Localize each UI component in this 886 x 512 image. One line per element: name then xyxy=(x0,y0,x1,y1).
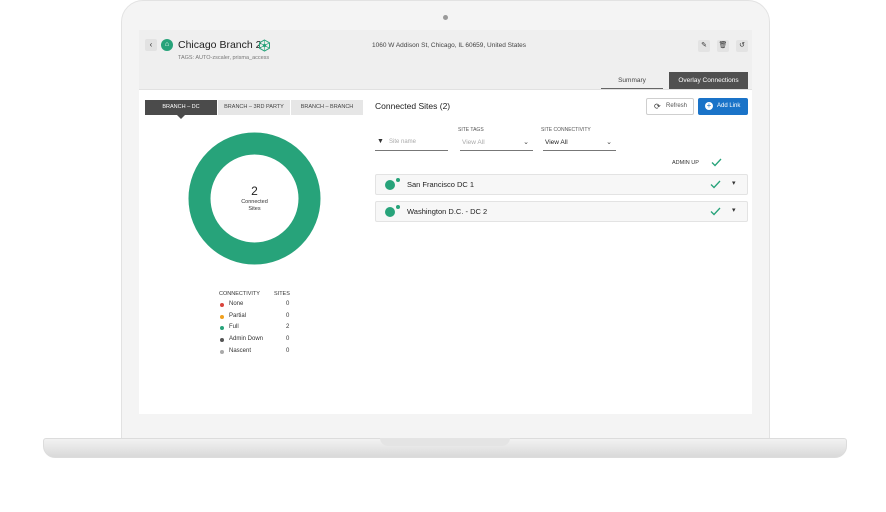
legend-count: 0 xyxy=(286,347,290,354)
segment-branch-branch[interactable]: BRANCH – BRANCH xyxy=(291,100,364,115)
legend-row: Admin Down 0 xyxy=(219,336,299,348)
status-dot-icon xyxy=(396,205,400,209)
camera-dot xyxy=(443,15,448,20)
site-connectivity-select[interactable]: View All ⌄ xyxy=(543,136,616,151)
legend-header-sites: SITES xyxy=(274,291,290,297)
legend-row: Full 2 xyxy=(219,324,299,336)
connected-sites-title: Connected Sites (2) xyxy=(375,101,451,111)
site-list-item-name: Washington D.C. - DC 2 xyxy=(407,207,488,216)
refresh-button[interactable]: ⟳ Refresh xyxy=(646,98,694,115)
laptop-base-notch xyxy=(380,438,510,446)
back-button[interactable]: ‹ xyxy=(145,39,157,51)
add-link-button[interactable]: + Add Link xyxy=(698,98,748,115)
status-dot-icon xyxy=(396,178,400,182)
donut-label-line2: Sites xyxy=(248,206,261,212)
site-list-item[interactable]: Washington D.C. - DC 2 ▾ xyxy=(375,201,748,222)
site-list-item[interactable]: San Francisco DC 1 ▾ xyxy=(375,174,748,195)
segment-branch-dc[interactable]: BRANCH – DC xyxy=(145,100,218,115)
history-icon: ↺ xyxy=(739,42,745,49)
site-name-placeholder: Site name xyxy=(389,139,417,145)
admin-up-label: ADMIN UP xyxy=(672,160,699,166)
connection-type-segmented-control: BRANCH – DC BRANCH – 3RD PARTY BRANCH – … xyxy=(145,100,364,115)
segment-branch-3rd-party[interactable]: BRANCH – 3RD PARTY xyxy=(218,100,291,115)
chevron-down-icon: ⌄ xyxy=(523,139,529,146)
legend-label: Partial xyxy=(229,312,247,319)
legend-count: 0 xyxy=(286,312,290,319)
admin-up-check-icon[interactable] xyxy=(711,158,722,167)
site-tags-value: View All xyxy=(462,139,485,146)
admin-up-check-icon[interactable] xyxy=(710,180,721,189)
site-address: 1060 W Addison St, Chicago, IL 60659, Un… xyxy=(372,42,527,49)
site-name: Chicago Branch 2 xyxy=(178,39,262,51)
legend-header: CONNECTIVITY SITES xyxy=(219,291,299,301)
legend-row: None 0 xyxy=(219,301,299,313)
expand-chevron-icon[interactable]: ▾ xyxy=(732,179,736,187)
site-list-item-name: San Francisco DC 1 xyxy=(407,180,475,189)
site-header: ‹ ⌂ Chicago Branch 2 TAGS: AUTO-zscaler,… xyxy=(139,30,752,90)
trash-icon: 🗑 xyxy=(718,42,728,49)
legend-header-connectivity: CONNECTIVITY xyxy=(219,291,260,297)
history-button[interactable]: ↺ xyxy=(736,40,748,52)
filter-icon: ▼ xyxy=(377,138,384,145)
site-tags-select[interactable]: View All ⌄ xyxy=(460,136,533,151)
legend-count: 0 xyxy=(286,301,290,307)
refresh-icon: ⟳ xyxy=(654,102,661,111)
status-dot-icon xyxy=(220,314,224,319)
expand-chevron-icon[interactable]: ▾ xyxy=(732,206,736,214)
donut-label-line1: Connected xyxy=(241,199,268,205)
status-dot-icon xyxy=(220,326,224,331)
segment-pointer xyxy=(177,115,185,119)
status-dot-icon xyxy=(220,338,224,343)
pencil-icon: ✎ xyxy=(701,42,707,49)
hub-icon xyxy=(259,39,270,52)
site-tags: TAGS: AUTO-zscaler, prisma_access xyxy=(178,55,270,61)
legend-label: Nascent xyxy=(229,347,252,354)
delete-button[interactable]: 🗑 xyxy=(717,40,729,52)
legend-label: Full xyxy=(229,324,239,331)
admin-up-check-icon[interactable] xyxy=(710,207,721,216)
site-type-icon: ⌂ xyxy=(161,39,173,51)
site-icon xyxy=(385,180,395,190)
chevron-left-icon: ‹ xyxy=(149,40,153,49)
site-icon xyxy=(385,207,395,217)
tab-overlay-connections[interactable]: Overlay Connections xyxy=(669,72,748,89)
legend-row: Partial 0 xyxy=(219,313,299,325)
status-dot-icon xyxy=(220,303,224,307)
status-dot-icon xyxy=(220,349,224,354)
plus-circle-icon: + xyxy=(705,101,713,110)
tab-summary[interactable]: Summary xyxy=(601,72,663,89)
refresh-label: Refresh xyxy=(666,103,688,109)
donut-label: Connected Sites xyxy=(188,199,321,213)
legend-count: 0 xyxy=(286,336,290,343)
connectivity-legend: CONNECTIVITY SITES None 0 Partial 0 Full 2 Adm… xyxy=(219,291,299,359)
chevron-down-icon: ⌄ xyxy=(606,139,612,146)
site-name-filter-input[interactable]: ▼ Site name xyxy=(375,135,448,151)
site-connectivity-label: SITE CONNECTIVITY xyxy=(541,127,591,133)
legend-label: None xyxy=(229,301,244,307)
app-screen: ‹ ⌂ Chicago Branch 2 TAGS: AUTO-zscaler,… xyxy=(139,30,752,414)
donut-count: 2 xyxy=(251,184,258,198)
legend-label: Admin Down xyxy=(229,336,264,343)
site-connectivity-value: View All xyxy=(545,139,568,146)
add-link-label: Add Link xyxy=(717,103,741,109)
site-tags-label: SITE TAGS xyxy=(458,127,484,133)
legend-count: 2 xyxy=(286,324,290,331)
legend-row: Nascent 0 xyxy=(219,348,299,360)
edit-button[interactable]: ✎ xyxy=(698,40,710,52)
